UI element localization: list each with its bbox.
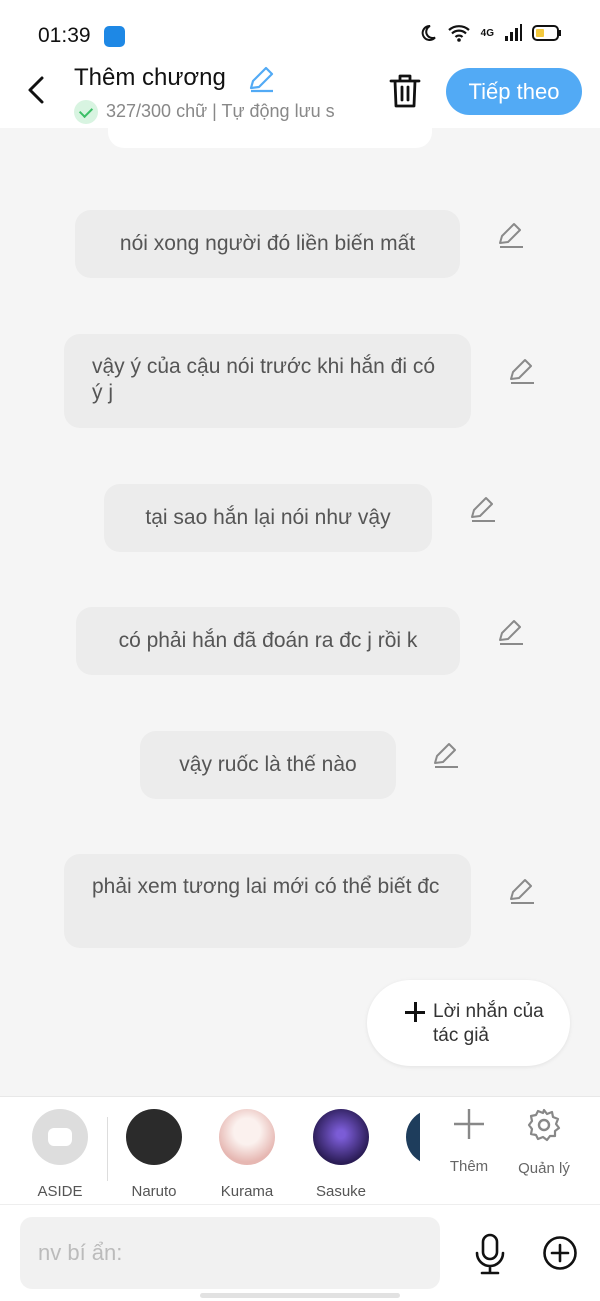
add-button[interactable] — [542, 1235, 578, 1271]
network-type: 4G — [480, 27, 494, 39]
message-bubble[interactable]: có phải hắn đã đoán ra đc j rồi k — [76, 607, 460, 675]
edit-message-icon[interactable] — [507, 356, 537, 386]
wifi-icon — [447, 25, 470, 42]
edit-message-icon[interactable] — [468, 494, 498, 524]
character-bar: ASIDE Naruto Kurama Sasuke Thêm Quản lý — [0, 1096, 600, 1205]
aside-icon — [32, 1109, 88, 1165]
status-icons: 4G — [419, 24, 562, 42]
edit-message-icon[interactable] — [507, 876, 537, 906]
home-indicator — [200, 1293, 400, 1298]
previous-message-fragment — [108, 128, 432, 148]
manage-button[interactable]: Quản lý — [509, 1107, 579, 1177]
character-name: Naruto — [131, 1183, 177, 1200]
page-title: Thêm chương — [74, 64, 226, 91]
character-partial-avatar[interactable] — [406, 1109, 420, 1165]
character-naruto[interactable]: Naruto — [119, 1109, 189, 1200]
avatar — [219, 1109, 275, 1165]
message-input[interactable] — [20, 1217, 440, 1289]
status-time: 01:39 — [38, 24, 91, 47]
divider — [107, 1117, 108, 1181]
add-character-button[interactable]: Thêm — [434, 1107, 504, 1175]
character-name: Sasuke — [315, 1183, 367, 1200]
edit-message-icon[interactable] — [496, 220, 526, 250]
message-bubble[interactable]: phải xem tương lai mới có thể biết đc — [64, 854, 471, 948]
message-bubble[interactable]: nói xong người đó liền biến mất — [75, 210, 460, 278]
signal-icon — [505, 24, 522, 41]
edit-title-icon[interactable] — [246, 64, 276, 94]
avatar — [313, 1109, 369, 1165]
character-sasuke[interactable]: Sasuke — [306, 1109, 376, 1200]
edit-message-icon[interactable] — [496, 617, 526, 647]
chapter-content[interactable]: nói xong người đó liền biến mất vậy ý củ… — [0, 128, 600, 1096]
add-label: Thêm — [449, 1158, 489, 1175]
message-bubble[interactable]: vậy ruốc là thế nào — [140, 731, 396, 799]
message-input-area — [0, 1204, 600, 1301]
avatar — [126, 1109, 182, 1165]
next-button[interactable]: Tiếp theo — [446, 68, 582, 115]
character-name: Kurama — [220, 1183, 274, 1200]
message-bubble[interactable]: tại sao hắn lại nói như vậy — [104, 484, 432, 552]
edit-message-icon[interactable] — [431, 740, 461, 770]
manage-label: Quản lý — [518, 1160, 570, 1177]
message-bubble[interactable]: vậy ý của cậu nói trước khi hắn đi có ý … — [64, 334, 471, 428]
gear-icon — [527, 1108, 561, 1142]
saved-check-icon — [74, 100, 98, 124]
editor-header: Thêm chương 327/300 chữ | Tự động lưu s … — [0, 56, 600, 128]
author-note-button[interactable]: Lời nhắn của tác giả — [367, 980, 570, 1066]
character-kurama[interactable]: Kurama — [212, 1109, 282, 1200]
microphone-button[interactable] — [472, 1233, 508, 1275]
character-aside[interactable]: ASIDE — [25, 1109, 95, 1200]
app-notification-icon — [104, 26, 125, 47]
do-not-disturb-icon — [421, 24, 436, 41]
back-button[interactable] — [22, 72, 52, 108]
author-note-label: Lời nhắn của tác giả — [433, 1001, 544, 1046]
word-count-text: 327/300 chữ | Tự động lưu s — [106, 100, 335, 121]
delete-button[interactable] — [386, 72, 424, 110]
word-count-status: 327/300 chữ | Tự động lưu s — [74, 100, 360, 124]
battery-icon — [532, 25, 561, 41]
plus-icon — [405, 1002, 425, 1022]
character-name: ASIDE — [37, 1183, 83, 1200]
plus-icon — [454, 1109, 484, 1139]
